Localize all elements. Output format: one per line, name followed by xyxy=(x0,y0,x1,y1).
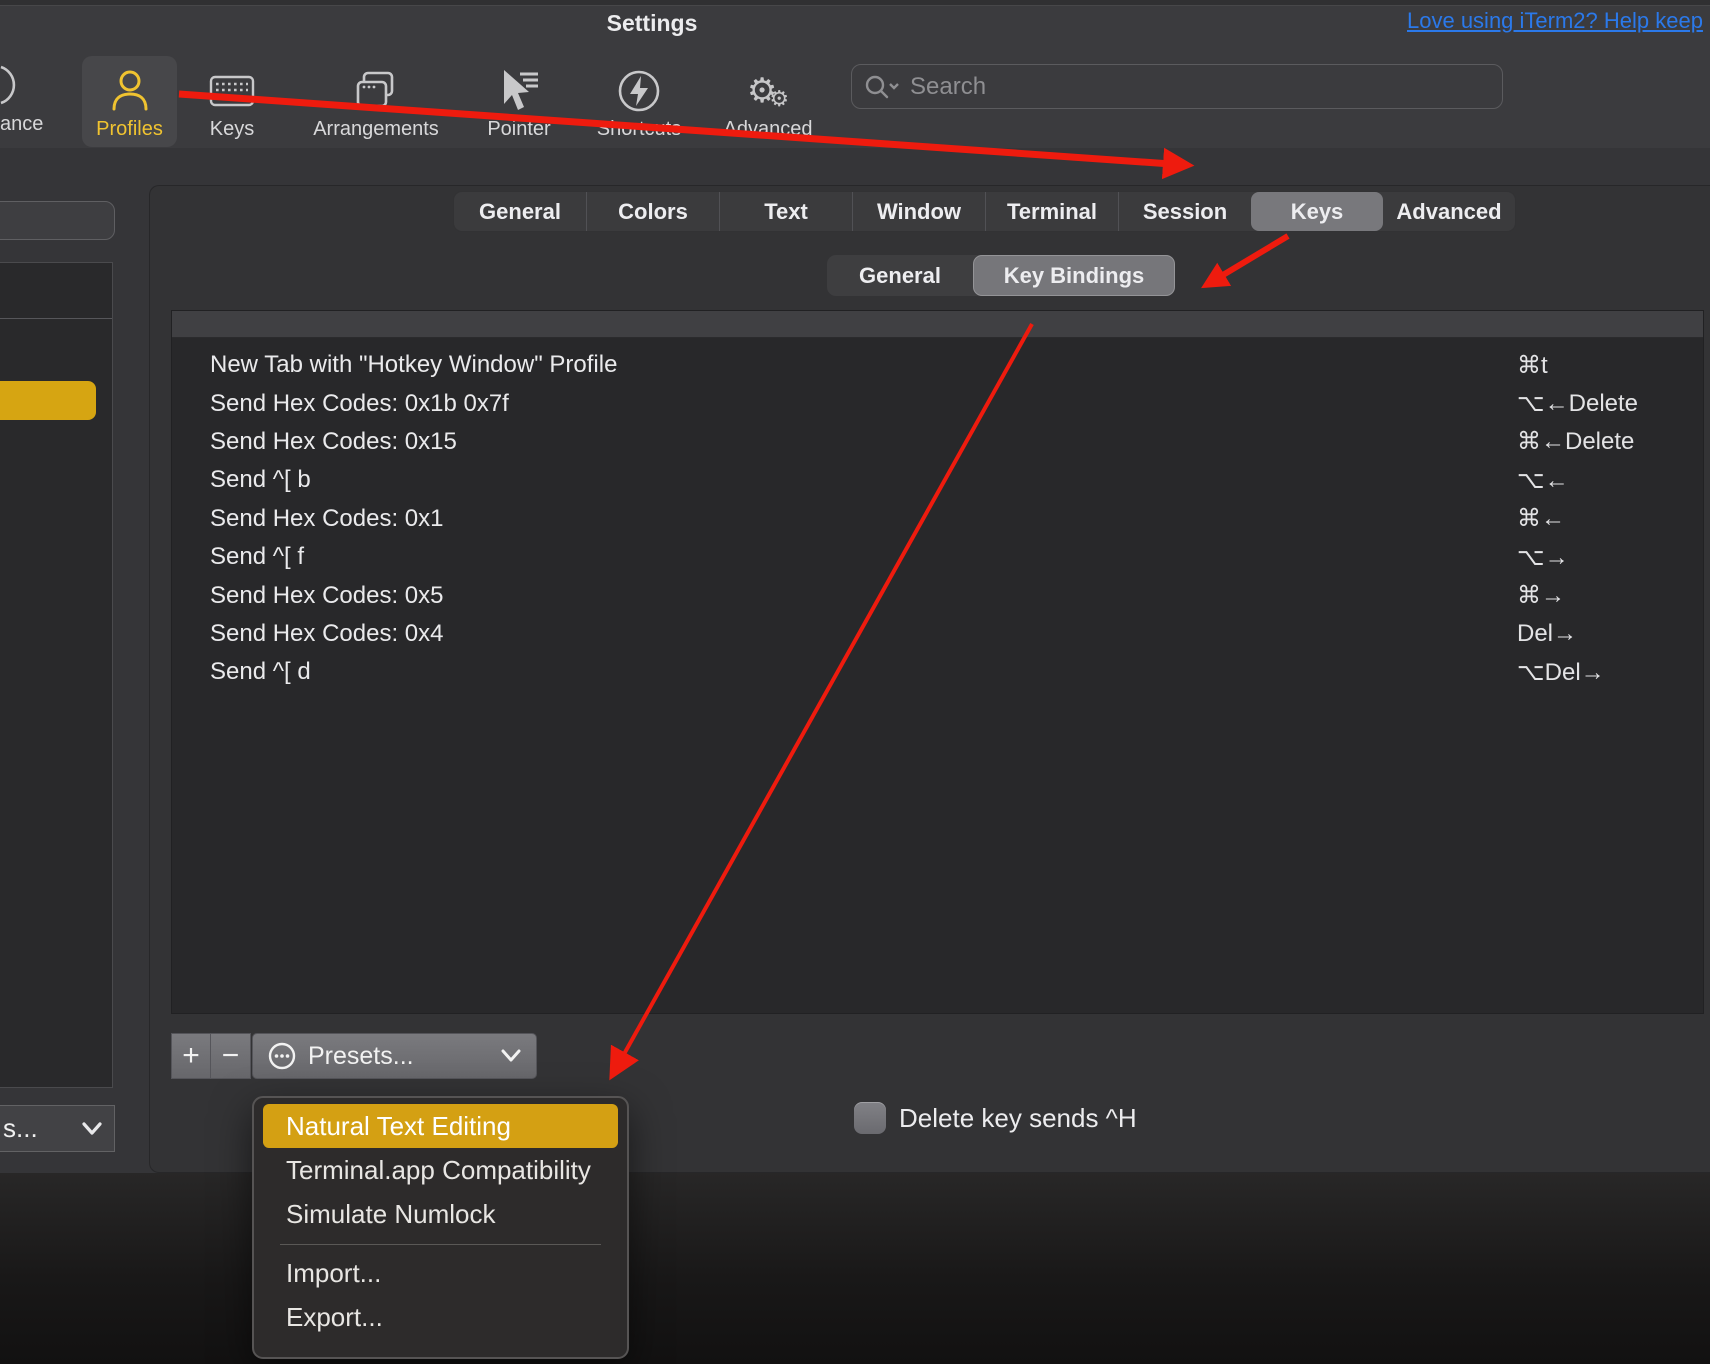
delete-sends-h-option: Delete key sends ^H xyxy=(854,1102,1137,1134)
windows-icon xyxy=(351,63,401,118)
binding-shortcut: ⌘t xyxy=(1517,351,1548,380)
tab-colors[interactable]: Colors xyxy=(586,192,719,231)
binding-shortcut: ⌥Del→ xyxy=(1517,658,1605,687)
menu-item-simulate-numlock[interactable]: Simulate Numlock xyxy=(254,1192,627,1236)
sidebar-list-separator xyxy=(0,318,112,319)
sidebar-other-actions-dropdown[interactable]: s... xyxy=(0,1105,115,1152)
settings-toolbar: Settings Love using iTerm2? Help keep an… xyxy=(0,0,1710,148)
chevron-down-icon xyxy=(500,1049,522,1063)
tab-keys[interactable]: Keys xyxy=(1251,192,1383,231)
presets-menu: Natural Text Editing Terminal.app Compat… xyxy=(252,1096,629,1359)
menu-item-natural-text-editing[interactable]: Natural Text Editing xyxy=(263,1104,618,1148)
table-row[interactable]: New Tab with "Hotkey Window" Profile ⌘t xyxy=(172,346,1703,384)
presets-label: Presets... xyxy=(308,1042,414,1071)
toolbar-item-arrangements[interactable]: Arrangements xyxy=(296,56,456,147)
tab-advanced[interactable]: Advanced xyxy=(1383,192,1515,231)
binding-action: Send Hex Codes: 0x4 xyxy=(210,620,443,648)
subtab-key-bindings[interactable]: Key Bindings xyxy=(973,255,1175,296)
key-bindings-rows: New Tab with "Hotkey Window" Profile ⌘t … xyxy=(172,338,1703,692)
binding-shortcut: Del→ xyxy=(1517,620,1577,648)
menu-item-export[interactable]: Export... xyxy=(254,1295,627,1339)
key-bindings-table: New Tab with "Hotkey Window" Profile ⌘t … xyxy=(171,310,1704,1014)
toolbar-item-appearance[interactable]: ance xyxy=(0,113,43,136)
toolbar-item-advanced[interactable]: ⚙⚙ Advanced xyxy=(703,56,833,147)
sidebar-profile-search[interactable] xyxy=(0,201,115,240)
menu-separator xyxy=(280,1244,601,1245)
sidebar-selected-profile[interactable] xyxy=(0,381,96,420)
binding-action: Send Hex Codes: 0x1 xyxy=(210,505,443,533)
subtab-general[interactable]: General xyxy=(827,255,973,296)
binding-action: Send Hex Codes: 0x1b 0x7f xyxy=(210,390,509,418)
toolbar-search-field[interactable] xyxy=(851,64,1503,109)
table-row[interactable]: Send Hex Codes: 0x4 Del→ xyxy=(172,615,1703,653)
presets-circle-dots-icon xyxy=(267,1041,297,1071)
binding-shortcut: ⌥← xyxy=(1517,466,1569,495)
bolt-circle-icon xyxy=(615,63,663,118)
binding-action: Send Hex Codes: 0x5 xyxy=(210,582,443,610)
table-row[interactable]: Send Hex Codes: 0x5 ⌘→ xyxy=(172,576,1703,614)
table-row[interactable]: Send ^[ f ⌥→ xyxy=(172,538,1703,576)
tab-text[interactable]: Text xyxy=(719,192,852,231)
keys-subtab-bar: General Key Bindings xyxy=(827,255,1175,296)
presets-dropdown-button[interactable]: Presets... xyxy=(252,1033,537,1079)
binding-shortcut: ⌥←Delete xyxy=(1517,389,1638,418)
toolbar-item-profiles[interactable]: Profiles xyxy=(82,56,177,147)
toolbar-item-shortcuts[interactable]: Shortcuts xyxy=(579,56,699,147)
key-bindings-table-header xyxy=(172,311,1703,338)
add-binding-button[interactable]: + xyxy=(171,1033,211,1079)
remove-binding-button[interactable]: − xyxy=(210,1033,251,1079)
binding-shortcut: ⌥→ xyxy=(1517,543,1569,572)
chevron-down-icon xyxy=(80,1121,104,1137)
toolbar-item-keys[interactable]: Keys xyxy=(182,56,282,147)
gears-icon: ⚙⚙ xyxy=(747,63,789,118)
cursor-icon xyxy=(494,63,544,118)
binding-action: Send ^[ b xyxy=(210,466,311,494)
table-row[interactable]: Send Hex Codes: 0x15 ⌘←Delete xyxy=(172,423,1703,461)
help-keep-link[interactable]: Love using iTerm2? Help keep xyxy=(1407,8,1703,34)
person-icon xyxy=(107,63,153,118)
checkbox-label: Delete key sends ^H xyxy=(899,1103,1137,1134)
table-row[interactable]: Send ^[ d ⌥Del→ xyxy=(172,653,1703,691)
binding-shortcut: ⌘← xyxy=(1517,504,1565,533)
search-input[interactable] xyxy=(910,73,1490,101)
sidebar-dropdown-label: s... xyxy=(3,1113,38,1144)
delete-sends-h-checkbox[interactable] xyxy=(854,1102,886,1134)
menu-item-import[interactable]: Import... xyxy=(254,1251,627,1295)
binding-action: Send Hex Codes: 0x15 xyxy=(210,428,457,456)
window-title: Settings xyxy=(552,10,752,37)
appearance-icon xyxy=(0,62,18,108)
keyboard-icon xyxy=(207,63,257,118)
search-icon xyxy=(864,74,902,100)
binding-action: New Tab with "Hotkey Window" Profile xyxy=(210,351,617,379)
table-row[interactable]: Send Hex Codes: 0x1b 0x7f ⌥←Delete xyxy=(172,384,1703,422)
binding-shortcut: ⌘←Delete xyxy=(1517,427,1634,456)
binding-action: Send ^[ d xyxy=(210,658,311,686)
profile-tab-bar: General Colors Text Window Terminal Sess… xyxy=(453,191,1516,232)
toolbar-item-pointer[interactable]: Pointer xyxy=(469,56,569,147)
binding-shortcut: ⌘→ xyxy=(1517,581,1565,610)
table-row[interactable]: Send ^[ b ⌥← xyxy=(172,461,1703,499)
menu-item-terminal-app-compatibility[interactable]: Terminal.app Compatibility xyxy=(254,1148,627,1192)
binding-action: Send ^[ f xyxy=(210,543,304,571)
table-row[interactable]: Send Hex Codes: 0x1 ⌘← xyxy=(172,500,1703,538)
sidebar-profile-list[interactable] xyxy=(0,262,113,1088)
iterm2-settings-window: Settings Love using iTerm2? Help keep an… xyxy=(0,0,1710,1364)
tab-window[interactable]: Window xyxy=(852,192,985,231)
window-top-edge xyxy=(0,0,1710,6)
tab-general[interactable]: General xyxy=(454,192,586,231)
tab-terminal[interactable]: Terminal xyxy=(985,192,1118,231)
tab-session[interactable]: Session xyxy=(1118,192,1251,231)
